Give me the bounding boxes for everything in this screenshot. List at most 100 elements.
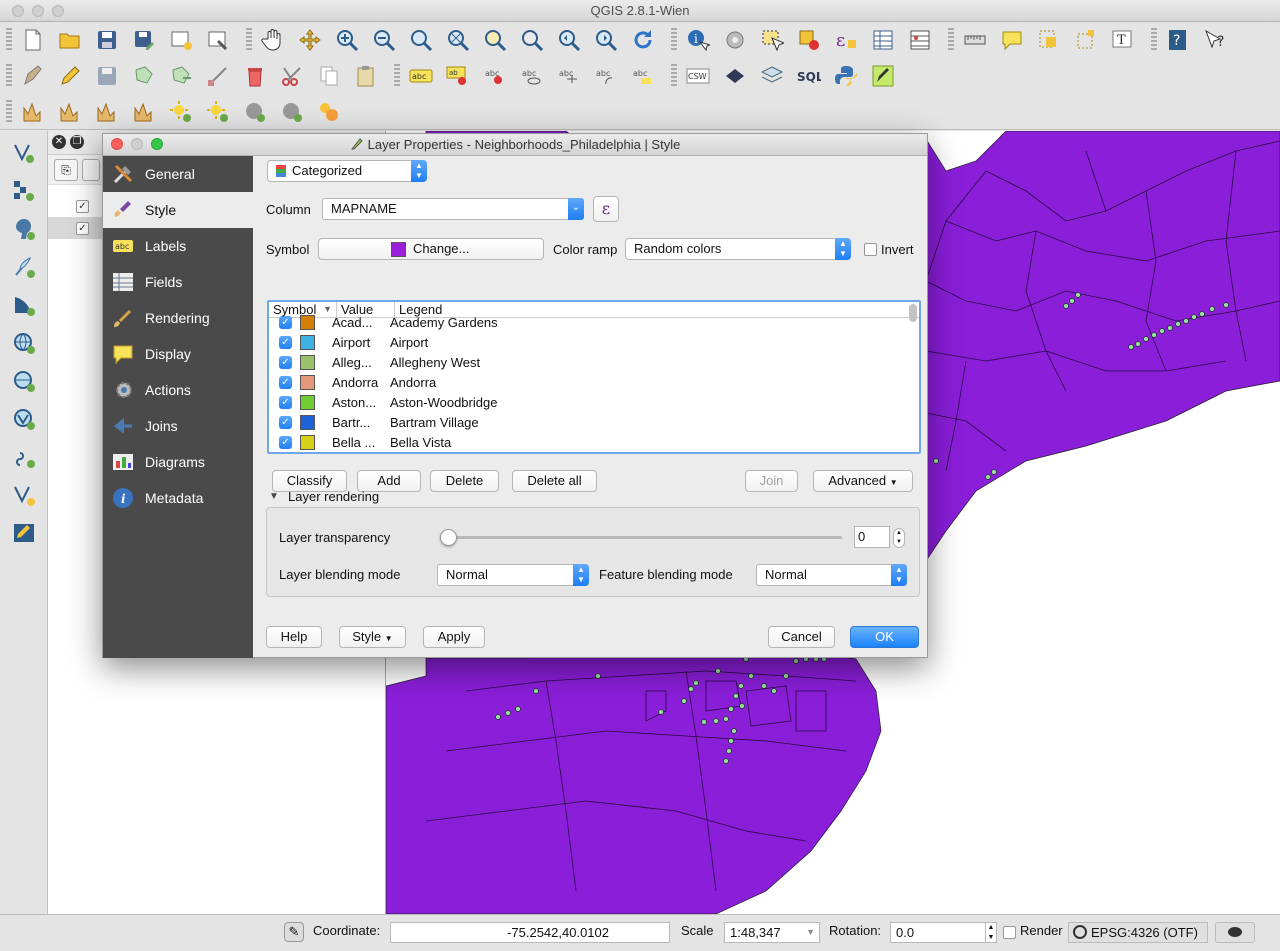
- terrain-icon[interactable]: [92, 98, 122, 126]
- apply-button[interactable]: Apply: [423, 626, 485, 648]
- transparency-spinbox[interactable]: 0: [854, 526, 890, 548]
- change-label-icon[interactable]: abc: [628, 62, 658, 90]
- add-feature-icon[interactable]: [129, 62, 159, 90]
- zoom-native-resolution-icon[interactable]: [406, 26, 436, 54]
- category-symbol-swatch[interactable]: [300, 394, 315, 410]
- category-legend[interactable]: Andorra: [390, 375, 436, 390]
- measure-line-icon[interactable]: [960, 26, 990, 54]
- paste-features-icon[interactable]: [351, 62, 381, 90]
- add-wfs-layer-icon[interactable]: [9, 405, 39, 433]
- sidebar-item-display[interactable]: Display: [103, 336, 253, 372]
- expression-button[interactable]: ε: [593, 196, 619, 222]
- pin-labels-icon[interactable]: ab: [443, 62, 473, 90]
- category-value[interactable]: Alleg...: [332, 355, 390, 370]
- column-combo[interactable]: MAPNAME ⌄: [322, 198, 584, 220]
- minimize-window-button[interactable]: [32, 5, 44, 17]
- python-console-icon[interactable]: [831, 62, 861, 90]
- cut-features-icon[interactable]: [277, 62, 307, 90]
- highlight-pinned-labels-icon[interactable]: abc: [480, 62, 510, 90]
- dialog-minimize-button[interactable]: [131, 138, 143, 150]
- toolbar-grip[interactable]: [6, 64, 12, 88]
- pan-map-icon[interactable]: [258, 26, 288, 54]
- category-value[interactable]: Bella ...: [332, 435, 390, 450]
- toggle-editing-icon[interactable]: [55, 62, 85, 90]
- identify-features-icon[interactable]: i: [683, 26, 713, 54]
- category-visibility-checkbox[interactable]: ✓: [279, 395, 292, 409]
- globe-add-icon[interactable]: [277, 98, 307, 126]
- category-value[interactable]: Bartr...: [332, 415, 390, 430]
- category-visibility-checkbox[interactable]: ✓: [279, 415, 292, 429]
- close-panel-icon[interactable]: ✕: [52, 135, 66, 149]
- layer-rendering-title[interactable]: Layer rendering: [288, 489, 379, 504]
- category-legend[interactable]: Aston-Woodbridge: [390, 395, 497, 410]
- field-calculator-icon[interactable]: [905, 26, 935, 54]
- delete-category-button[interactable]: Delete: [430, 470, 499, 492]
- sidebar-item-general[interactable]: General: [103, 156, 253, 192]
- crs-button[interactable]: EPSG:4326 (OTF): [1068, 922, 1208, 943]
- new-project-icon[interactable]: [18, 26, 48, 54]
- open-project-icon[interactable]: [55, 26, 85, 54]
- layer-labeling-icon[interactable]: abc: [406, 62, 436, 90]
- category-visibility-checkbox[interactable]: ✓: [279, 355, 292, 369]
- scale-combo[interactable]: 1:48,347 ▼: [724, 922, 820, 943]
- add-wms-layer-icon[interactable]: [757, 62, 787, 90]
- category-visibility-checkbox[interactable]: ✓: [279, 435, 292, 449]
- gps-tools-icon[interactable]: [720, 62, 750, 90]
- zoom-window-button[interactable]: [52, 5, 64, 17]
- add-wcs-globe-layer-icon[interactable]: [9, 367, 39, 395]
- category-visibility-checkbox[interactable]: ✓: [279, 315, 292, 329]
- sidebar-item-metadata[interactable]: i Metadata: [103, 480, 253, 516]
- show-bookmarks-icon[interactable]: [1071, 26, 1101, 54]
- layer-visibility-checkbox[interactable]: ✓: [76, 221, 89, 235]
- category-symbol-swatch[interactable]: [300, 374, 315, 390]
- layer-blending-combo[interactable]: Normal ▲ ▼: [437, 564, 589, 586]
- show-hide-labels-icon[interactable]: abc: [517, 62, 547, 90]
- text-annotation-icon[interactable]: T: [1108, 26, 1138, 54]
- rotation-spinner[interactable]: ▲ ▼: [985, 922, 997, 943]
- current-edits-icon[interactable]: [18, 62, 48, 90]
- advanced-button[interactable]: Advanced ▼: [813, 470, 913, 492]
- add-spatialite-layer-icon[interactable]: [9, 253, 39, 281]
- sun-layer-icon[interactable]: [166, 98, 196, 126]
- zoom-out-icon[interactable]: [369, 26, 399, 54]
- ok-button[interactable]: OK: [850, 626, 919, 648]
- toolbar-grip[interactable]: [948, 28, 954, 52]
- copy-features-icon[interactable]: [314, 62, 344, 90]
- save-layer-edits-icon[interactable]: [92, 62, 122, 90]
- help-contents-icon[interactable]: ?: [1163, 26, 1193, 54]
- deselect-features-icon[interactable]: [794, 26, 824, 54]
- category-legend[interactable]: Academy Gardens: [390, 315, 498, 330]
- category-row[interactable]: ✓ Bella ... Bella Vista: [269, 432, 919, 452]
- category-row[interactable]: ✓ Andorra Andorra: [269, 372, 919, 392]
- toolbar-grip[interactable]: [671, 28, 677, 52]
- save-project-icon[interactable]: [92, 26, 122, 54]
- category-legend[interactable]: Allegheny West: [390, 355, 480, 370]
- select-features-icon[interactable]: [757, 26, 787, 54]
- sidebar-item-joins[interactable]: Joins: [103, 408, 253, 444]
- category-row[interactable]: ✓ Bartr... Bartram Village: [269, 412, 919, 432]
- create-layer-icon[interactable]: [9, 519, 39, 547]
- render-checkbox[interactable]: [1003, 926, 1016, 939]
- renderer-type-combo[interactable]: Categorized ▲ ▼: [267, 160, 427, 182]
- composer-manager-icon[interactable]: [203, 26, 233, 54]
- zoom-in-icon[interactable]: [332, 26, 362, 54]
- collapse-arrow-icon[interactable]: ▼: [269, 491, 279, 502]
- toolbar-grip[interactable]: [246, 28, 252, 52]
- transparency-slider-track[interactable]: [440, 529, 842, 546]
- category-legend[interactable]: Airport: [390, 335, 428, 350]
- profile-tool-icon[interactable]: [18, 98, 48, 126]
- category-symbol-swatch[interactable]: [300, 414, 315, 430]
- close-window-button[interactable]: [12, 5, 24, 17]
- sidebar-item-rendering[interactable]: Rendering: [103, 300, 253, 336]
- delete-all-button[interactable]: Delete all: [512, 470, 597, 492]
- node-tool-icon[interactable]: [203, 62, 233, 90]
- new-print-composer-icon[interactable]: [166, 26, 196, 54]
- move-feature-icon[interactable]: [166, 62, 196, 90]
- help-button[interactable]: Help: [266, 626, 322, 648]
- category-row[interactable]: ✓ Airport Airport: [269, 332, 919, 352]
- globe-layer-icon[interactable]: [240, 98, 270, 126]
- toolbar-grip[interactable]: [6, 99, 12, 124]
- sidebar-item-labels[interactable]: abc Labels: [103, 228, 253, 264]
- zoom-to-layer-icon[interactable]: [517, 26, 547, 54]
- category-value[interactable]: Airport: [332, 335, 390, 350]
